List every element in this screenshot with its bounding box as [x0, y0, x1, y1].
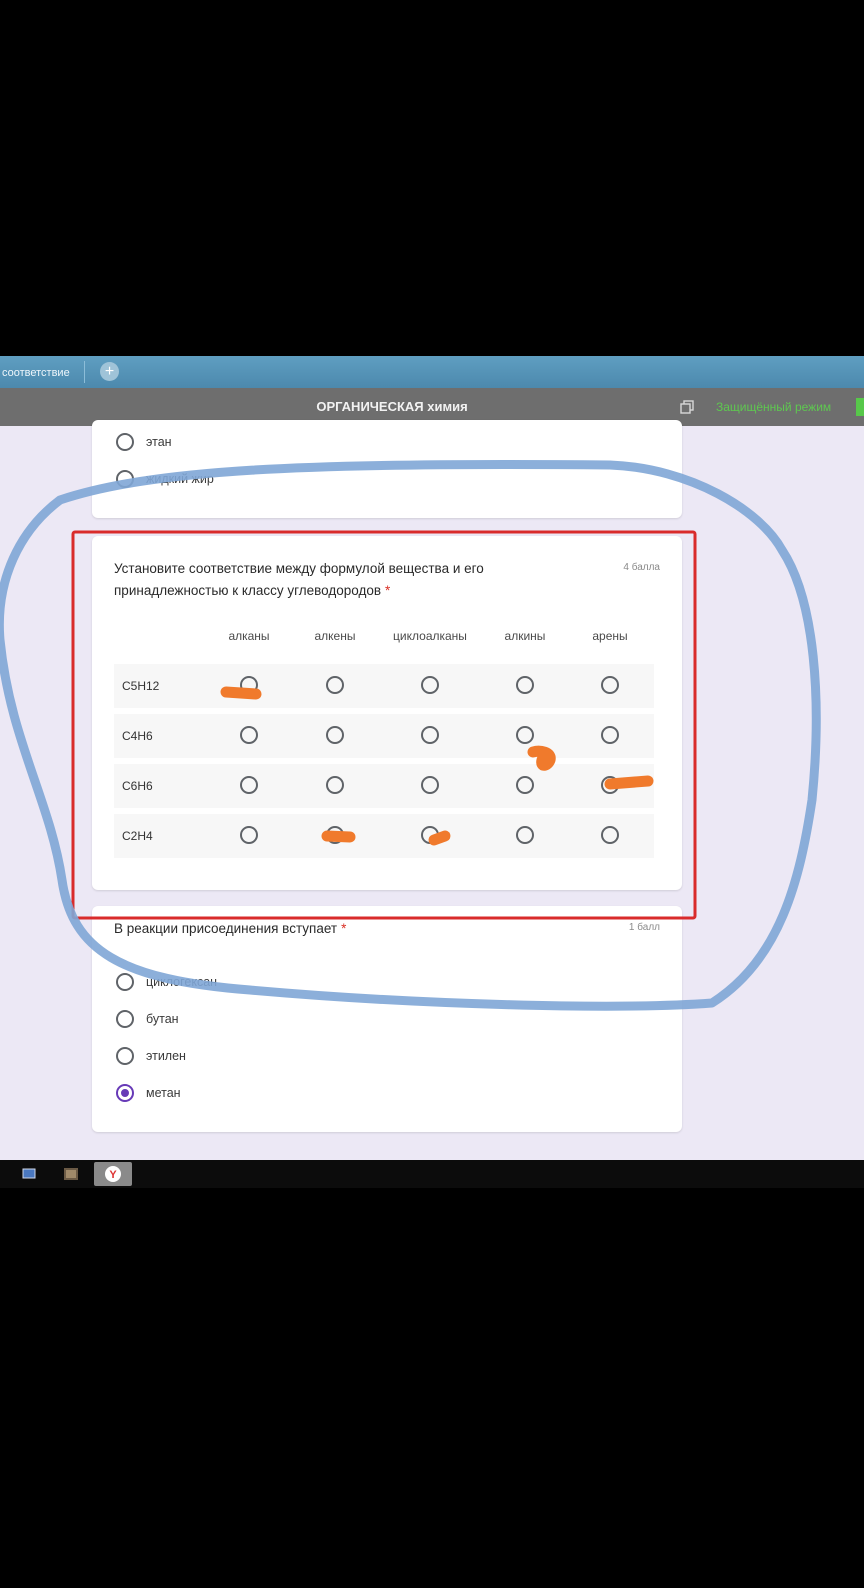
protected-mode-label[interactable]: Защищённый режим	[716, 388, 831, 426]
desktop-icon[interactable]	[20, 1165, 38, 1183]
grid-radio[interactable]	[326, 726, 344, 744]
grid-row: C2H4	[114, 814, 654, 858]
grid-row: C4H6	[114, 714, 654, 758]
option-row[interactable]: этилен	[116, 1044, 186, 1068]
grid-radio[interactable]	[326, 776, 344, 794]
grid-radio[interactable]	[516, 776, 534, 794]
grid-radio[interactable]	[326, 826, 344, 844]
points-label: 4 балла	[623, 562, 660, 573]
radio-button[interactable]	[116, 433, 134, 451]
grid-radio[interactable]	[421, 726, 439, 744]
option-label: жидкий жир	[146, 472, 214, 486]
grid-question-card: Установите соответствие между формулой в…	[92, 536, 682, 890]
row-label: C4H6	[122, 729, 153, 743]
grid-row: C6H6	[114, 764, 654, 808]
grid-radio[interactable]	[240, 776, 258, 794]
grid-radio[interactable]	[601, 676, 619, 694]
row-label: C5H12	[122, 679, 160, 693]
required-mark: *	[341, 921, 347, 936]
column-header: циклоалканы	[393, 629, 467, 643]
radio-button[interactable]	[116, 470, 134, 488]
option-label: циклогексан	[146, 975, 218, 989]
column-header: алканы	[228, 629, 270, 643]
grid-row: C5H12	[114, 664, 654, 708]
question-title: В реакции присоединения вступает *	[114, 921, 347, 936]
grid-radio[interactable]	[516, 726, 534, 744]
grid-radio[interactable]	[421, 776, 439, 794]
browser-tab-bar: соответствие +	[0, 356, 864, 388]
option-row[interactable]: бутан	[116, 1007, 179, 1031]
grid-radio[interactable]	[240, 676, 258, 694]
screenshot-screen: соответствие + ОРГАНИЧЕСКАЯ химия Защищё…	[0, 356, 864, 1188]
required-mark: *	[385, 583, 391, 598]
option-row[interactable]: метан	[116, 1081, 181, 1105]
grid-radio[interactable]	[601, 826, 619, 844]
svg-text:Y: Y	[109, 1169, 117, 1181]
grid-radio[interactable]	[240, 726, 258, 744]
column-header: арены	[592, 629, 628, 643]
radio-button-selected[interactable]	[116, 1084, 134, 1102]
option-label: этилен	[146, 1049, 186, 1063]
next-question-card: В реакции присоединения вступает * 1 балл…	[92, 906, 682, 1132]
browser-tab[interactable]: соответствие	[0, 362, 82, 384]
grid-radio[interactable]	[240, 826, 258, 844]
option-label: метан	[146, 1086, 181, 1100]
radio-button[interactable]	[116, 1010, 134, 1028]
radio-button[interactable]	[116, 973, 134, 991]
tab-divider	[84, 361, 85, 383]
grid-radio[interactable]	[601, 726, 619, 744]
option-row[interactable]: циклогексан	[116, 970, 217, 994]
protected-mode-indicator	[856, 398, 864, 416]
row-label: C6H6	[122, 779, 153, 793]
option-label: этан	[146, 435, 172, 449]
new-tab-button[interactable]: +	[100, 362, 119, 381]
grid-radio[interactable]	[516, 676, 534, 694]
option-row[interactable]: жидкий жир	[116, 467, 214, 491]
row-label: C2H4	[122, 829, 153, 843]
copy-icon[interactable]	[680, 400, 694, 414]
taskbar: Y	[0, 1160, 864, 1188]
option-row[interactable]: этан	[116, 430, 172, 454]
prev-question-card: этан жидкий жир	[92, 420, 682, 518]
option-label: бутан	[146, 1012, 179, 1026]
grid-radio[interactable]	[421, 676, 439, 694]
radio-button[interactable]	[116, 1047, 134, 1065]
grid-radio[interactable]	[421, 826, 439, 844]
explorer-icon[interactable]	[62, 1165, 80, 1183]
points-label: 1 балл	[628, 922, 660, 933]
column-header: алкены	[314, 629, 356, 643]
grid-radio[interactable]	[516, 826, 534, 844]
question-title: Установите соответствие между формулой в…	[114, 561, 484, 598]
grid-radio[interactable]	[601, 776, 619, 794]
grid-radio[interactable]	[326, 676, 344, 694]
yandex-browser-icon[interactable]: Y	[94, 1162, 132, 1186]
